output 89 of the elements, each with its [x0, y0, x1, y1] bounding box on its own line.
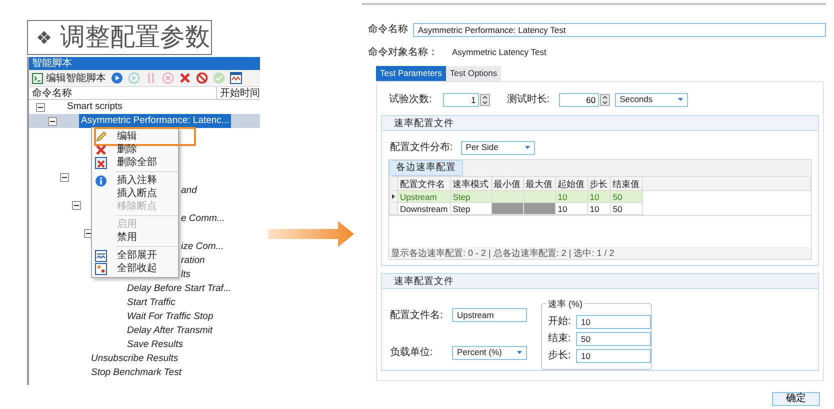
expand-list-icon	[95, 250, 107, 262]
tree-item[interactable]: and	[181, 184, 197, 198]
tab[interactable]: Test Parameters	[376, 66, 446, 81]
spin-icon	[480, 94, 490, 106]
tree-item[interactable]: e Comm...	[181, 212, 225, 226]
edit-script-button[interactable]: 编辑智能脚本	[32, 70, 106, 86]
field-label: 开始:	[548, 315, 572, 329]
text-field[interactable]: 10	[576, 348, 651, 362]
collapse-toggle[interactable]	[60, 172, 69, 182]
field-label: 测试时长:	[506, 92, 550, 107]
column-header: 开始时间	[216, 87, 260, 99]
text-field[interactable]: Asymmetric Performance: Latency Test	[413, 22, 826, 36]
collapse-list-icon	[95, 262, 107, 274]
tree-item[interactable]: Unsubscribe Results	[91, 352, 178, 366]
menu-item[interactable]: 全部展开	[92, 249, 178, 262]
fieldset-legend: 速率 (%)	[546, 298, 584, 312]
tree-item[interactable]: Start Traffic	[127, 296, 176, 310]
collapse-toggle[interactable]	[36, 102, 45, 112]
dropdown-field[interactable]: Per Side	[460, 140, 535, 154]
bullet-symbol: ❖	[36, 28, 52, 46]
field-value: Asymmetric Latency Test	[452, 46, 546, 59]
field-label: 命令名称	[368, 23, 408, 37]
column-header: 配置文件名	[398, 176, 450, 190]
tree-item[interactable]: Smart scripts	[67, 100, 122, 114]
menu-item[interactable]: 删除	[92, 143, 178, 156]
group-header: 速率配置文件	[382, 274, 818, 289]
field-label: 命令对象名称：	[368, 46, 438, 60]
close-icon	[95, 144, 107, 156]
text-field[interactable]: 50	[576, 332, 651, 346]
caret-icon	[524, 146, 530, 149]
column-header: 步长	[587, 176, 610, 190]
caret-icon	[678, 98, 683, 101]
collapse-toggle[interactable]	[84, 228, 93, 238]
number-field[interactable]: 1	[442, 92, 479, 106]
play-icon[interactable]	[111, 72, 123, 84]
tree-item[interactable]: ration	[181, 254, 205, 268]
pencil-icon	[95, 130, 107, 142]
current-row-icon	[392, 194, 395, 199]
info-icon	[95, 174, 107, 186]
close-icon[interactable]	[179, 72, 191, 84]
field-label: 试验次数:	[389, 92, 432, 107]
field-label: 配置文件名:	[390, 308, 444, 323]
slide-title: 调整配置参数	[60, 25, 210, 50]
prohibited-icon[interactable]	[196, 72, 208, 84]
column-header: 起始值	[555, 176, 588, 190]
dropdown-field[interactable]: Percent (%)	[452, 346, 527, 360]
text-field[interactable]: Upstream	[452, 308, 527, 322]
panel-title-bar: 智能脚本	[29, 57, 260, 70]
tree-item[interactable]: Stop Benchmark Test	[91, 366, 182, 380]
field-label: 配置文件分布:	[390, 140, 453, 155]
field-label: 步长:	[548, 348, 572, 363]
table-row[interactable]: Upstream Step 10 10 50	[390, 190, 810, 202]
status-text: 显示各边速率配置: 0 - 2 | 总各边速率配置: 2 | 选中: 1 / 2	[390, 247, 616, 259]
text-field[interactable]: 10	[576, 314, 651, 328]
ok-button[interactable]: 确定	[772, 392, 820, 406]
menu-item[interactable]: 禁用	[92, 231, 178, 244]
window-delete-icon	[95, 156, 107, 168]
table-cell: Upstream	[398, 190, 450, 202]
caret-icon	[517, 351, 522, 354]
column-header: 最大值	[523, 176, 556, 190]
grid-tab[interactable]: 各边速率配置	[389, 160, 463, 176]
field-label: 结束:	[548, 332, 572, 346]
menu-item[interactable]: 插入断点	[92, 187, 178, 200]
menu-item[interactable]: 删除全部	[92, 156, 178, 169]
tree-item[interactable]: lts	[181, 268, 190, 282]
terminal-icon	[32, 72, 43, 84]
tree-item[interactable]: Delay After Transmit	[127, 324, 213, 338]
menu-item[interactable]: 插入注释	[92, 174, 178, 187]
group-header: 速率配置文件	[382, 116, 818, 131]
column-header: 结束值	[610, 176, 642, 190]
collapse-toggle[interactable]	[48, 116, 57, 126]
tree-item[interactable]: ize Com...	[181, 240, 224, 254]
column-header: 最小值	[491, 176, 524, 190]
tree-item[interactable]: Asymmetric Performance: Latenc...	[79, 114, 232, 128]
column-header: 命令名称	[31, 87, 73, 99]
menu-item[interactable]: 全部收起	[92, 262, 178, 275]
tree-item[interactable]: Wait For Traffic Stop	[127, 310, 214, 324]
field-label: 负载单位:	[390, 346, 434, 360]
column-header: 速率模式	[450, 176, 492, 190]
menu-item[interactable]: 编辑	[92, 130, 178, 143]
collapse-toggle[interactable]	[72, 200, 81, 210]
table-row[interactable]: Downstream Step 10 10 50	[390, 202, 810, 214]
tab[interactable]: Test Options	[446, 66, 502, 81]
number-field[interactable]: 60	[558, 92, 599, 106]
spin-icon	[600, 94, 610, 106]
tree-item[interactable]: Save Results	[127, 338, 183, 352]
tree-item[interactable]: Delay Before Start Traf...	[127, 282, 232, 296]
dropdown-field[interactable]: Seconds	[614, 92, 688, 106]
chart-window-icon[interactable]	[230, 72, 242, 84]
